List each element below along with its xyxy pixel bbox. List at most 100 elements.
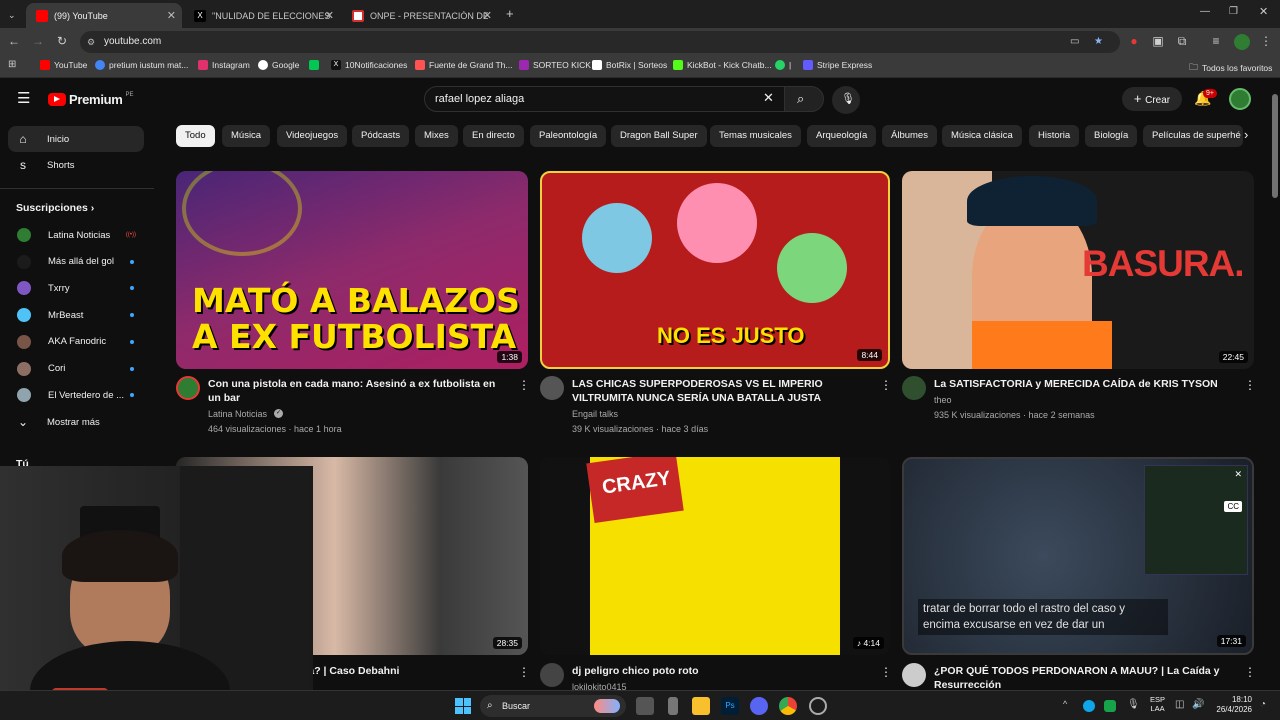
account-avatar[interactable] (1229, 88, 1251, 110)
close-icon[interactable]: ✕ (483, 9, 492, 22)
tab-onpe[interactable]: ONPE - PRESENTACIÓN DE RES ✕ (342, 3, 498, 28)
bookmark-whatsapp[interactable]: | (775, 60, 791, 70)
voice-search-button[interactable]: 🎙 (832, 86, 860, 114)
task-view-icon[interactable] (636, 697, 654, 715)
new-tab-button[interactable]: + (506, 6, 514, 21)
chip-2[interactable]: Videojuegos (277, 125, 348, 147)
video-menu-icon[interactable]: ⋮ (880, 665, 892, 679)
sidebar-sub-item[interactable]: Txrry (8, 275, 144, 301)
channel-avatar[interactable] (176, 376, 200, 400)
chrome-icon[interactable] (779, 697, 797, 715)
bookmark-kickbot[interactable]: KickBot - Kick Chatb... (673, 60, 772, 70)
channel-avatar[interactable] (902, 663, 926, 687)
video-title[interactable]: dj peligro chico poto roto (572, 664, 866, 678)
window-close-icon[interactable]: ✕ (1259, 5, 1268, 18)
bookmark-youtube[interactable]: YouTube (40, 60, 87, 70)
close-icon[interactable]: ✕ (1234, 469, 1242, 480)
site-info-icon[interactable]: ⚙ (87, 31, 95, 53)
extension-record-icon[interactable]: ● (1126, 34, 1142, 48)
channel-avatar[interactable] (540, 376, 564, 400)
video-thumbnail[interactable]: BASURA. 22:45 (902, 171, 1254, 369)
chip-14[interactable]: Películas de superhé (1143, 125, 1243, 147)
video-title[interactable]: LAS CHICAS SUPERPODEROSAS VS EL IMPERIO … (572, 377, 866, 405)
chevron-right-icon[interactable]: › (1244, 127, 1248, 142)
video-menu-icon[interactable]: ⋮ (880, 378, 892, 392)
subscriptions-header[interactable]: Suscripciones › (16, 202, 94, 214)
back-icon[interactable]: ← (6, 34, 22, 48)
video-menu-icon[interactable]: ⋮ (1244, 378, 1256, 392)
windows-start-icon[interactable] (455, 698, 471, 714)
cc-icon[interactable]: CC (1224, 501, 1242, 512)
chip-4[interactable]: Mixes (415, 125, 458, 147)
video-title[interactable]: Con una pistola en cada mano: Asesinó a … (208, 377, 504, 405)
video-title[interactable]: ¿POR QUÉ TODOS PERDONARON A MAUU? | La C… (934, 664, 1230, 692)
video-menu-icon[interactable]: ⋮ (1244, 665, 1256, 679)
bookmark-pretium[interactable]: pretium iustum mat... (95, 60, 188, 70)
sidebar-sub-item[interactable]: AKA Fanodric (8, 329, 144, 355)
chip-8[interactable]: Temas musicales (710, 125, 801, 147)
chip-9[interactable]: Arqueología (807, 125, 877, 147)
sidebar-sub-item[interactable]: Latina Noticias ((•)) (8, 222, 144, 248)
clear-search-icon[interactable]: ✕ (763, 90, 774, 106)
minimize-icon[interactable]: — (1200, 6, 1210, 17)
bookmark-stripe[interactable]: Stripe Express (803, 60, 872, 70)
show-more-button[interactable]: ⌄ Mostrar más (8, 409, 144, 435)
close-icon[interactable]: ✕ (167, 9, 176, 22)
taskbar-search[interactable]: ⌕ Buscar (480, 695, 626, 717)
youtube-premium-logo[interactable]: Premium PE (48, 92, 134, 107)
sidebar-sub-item[interactable]: Más allá del gol (8, 249, 144, 275)
sidebar-sub-item[interactable]: MrBeast (8, 302, 144, 328)
video-thumbnail[interactable]: CC ✕ tratar de borrar todo el rastro del c… (902, 457, 1254, 655)
tab-x-post[interactable]: X "NULIDAD DE ELECCIONES YA" ✕ (184, 3, 340, 28)
sidebar-sub-item[interactable]: El Vertedero de ... (8, 382, 144, 408)
tab-search-button[interactable]: ⌄ (2, 3, 22, 28)
app-icon[interactable] (809, 697, 827, 715)
video-menu-icon[interactable]: ⋮ (518, 665, 530, 679)
tab-youtube[interactable]: (99) YouTube ✕ (26, 3, 182, 28)
chip-13[interactable]: Biología (1085, 125, 1138, 147)
bookmark-star-icon[interactable]: ★ (1094, 31, 1103, 53)
chip-5[interactable]: En directo (463, 125, 524, 147)
bookmark-pinwheel[interactable] (309, 60, 323, 70)
channel-avatar[interactable] (540, 663, 564, 687)
chip-1[interactable]: Música (222, 125, 271, 147)
bookmark-sorteo-kick[interactable]: SORTEO KICK (519, 60, 591, 70)
close-icon[interactable]: ✕ (325, 9, 334, 22)
app-tray-icon[interactable] (1104, 700, 1116, 712)
photoshop-icon[interactable]: Ps (721, 697, 739, 715)
forward-icon[interactable]: → (30, 34, 46, 48)
clock[interactable]: 18:10 26/4/2026 (1212, 695, 1252, 715)
video-thumbnail[interactable]: NO ES JUSTO 8:44 (540, 171, 890, 369)
maximize-icon[interactable]: ❐ (1229, 6, 1238, 17)
all-bookmarks-folder[interactable]: 🗀 Todos los favoritos (1189, 60, 1272, 76)
extensions-puzzle-icon[interactable]: ⧉ (1174, 34, 1190, 49)
channel-name[interactable]: theo (934, 393, 952, 407)
video-menu-icon[interactable]: ⋮ (518, 378, 530, 392)
notification-center-icon[interactable]: ◔ (1260, 699, 1266, 710)
profile-avatar-icon[interactable] (1234, 34, 1250, 50)
video-thumbnail[interactable]: MATÓ A BALAZOS A EX FUTBOLISTA 1:38 (176, 171, 528, 369)
chip-11[interactable]: Música clásica (942, 125, 1022, 147)
sidebar-item-shorts[interactable]: ѕ Shorts (8, 152, 144, 178)
address-bar[interactable]: ⚙ youtube.com ▭ ★ (80, 31, 1120, 53)
extension-icon[interactable]: ▣ (1150, 34, 1166, 48)
discord-icon[interactable] (750, 697, 768, 715)
channel-name[interactable]: Engail talks (572, 407, 618, 421)
bookmark-instagram[interactable]: Instagram (198, 60, 250, 70)
create-button[interactable]: + Crear (1122, 87, 1182, 111)
chip-7[interactable]: Dragon Ball Super (611, 125, 707, 147)
chip-10[interactable]: Álbumes (882, 125, 937, 147)
sidebar-item-inicio[interactable]: ⌂ Inicio (8, 126, 144, 152)
microphone-icon[interactable]: 🎙 (1127, 699, 1140, 710)
bookmark-10notificaciones[interactable]: X 10Notificaciones (331, 60, 407, 70)
page-scrollbar[interactable] (1272, 94, 1278, 198)
bookmark-botrix[interactable]: BotRix | Sorteos (592, 60, 667, 70)
reload-icon[interactable]: ↻ (54, 34, 70, 48)
search-button[interactable]: ⌕ (784, 86, 824, 112)
cast-icon[interactable]: ▭ (1070, 31, 1079, 53)
channel-name[interactable]: Latina Noticias (208, 407, 267, 421)
chip-0[interactable]: Todo (176, 125, 215, 147)
apps-grid-icon[interactable]: ⊞ (8, 59, 16, 70)
chip-12[interactable]: Historia (1029, 125, 1080, 147)
video-thumbnail[interactable]: CRAZY ♪ 4:14 (540, 457, 890, 655)
